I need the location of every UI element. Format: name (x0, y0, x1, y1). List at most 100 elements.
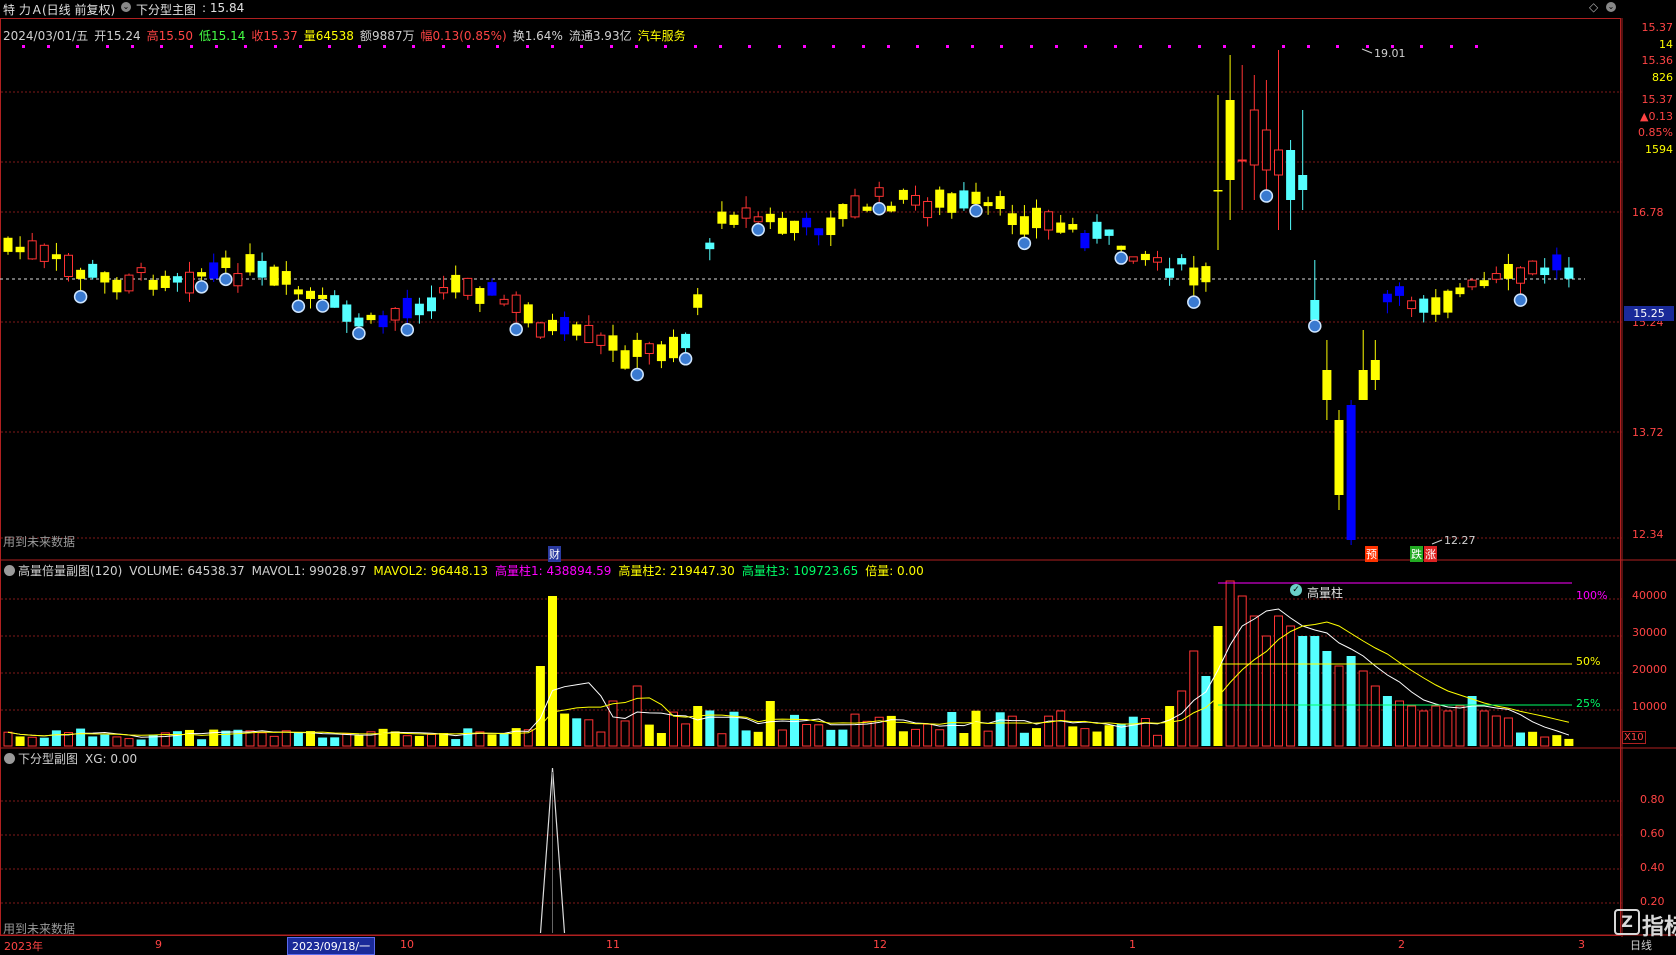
volume-bar (1503, 717, 1513, 747)
candle-body (560, 316, 570, 335)
volume-bar (644, 724, 654, 746)
quote-price: 15.37 (1641, 21, 1674, 34)
volume-bar (414, 735, 424, 746)
candle-body (487, 282, 497, 296)
xg-axis-label: 0.60 (1640, 827, 1665, 840)
crosshair-date-label: 2023/09/18/一 (287, 937, 376, 955)
chevron-down-icon[interactable]: ⌄ (1606, 2, 1616, 12)
signal-dot (664, 45, 667, 48)
candle-body (463, 277, 473, 296)
candle-body (1153, 257, 1162, 263)
candle-body (269, 266, 279, 286)
signal-dot (526, 45, 529, 48)
candle-body (1080, 233, 1090, 249)
volume-bar (548, 596, 557, 746)
volume-bar (814, 724, 824, 747)
period-label[interactable]: 日线 (1630, 937, 1652, 953)
volume-bar (572, 718, 582, 746)
collapse-icon[interactable] (4, 565, 15, 576)
signal-dot (1000, 45, 1003, 48)
close-value: 15.37 (263, 29, 298, 43)
volume-bar (124, 738, 134, 747)
min-arrow (1431, 539, 1443, 545)
signal-dot (1030, 45, 1033, 48)
event-mark-rise[interactable]: 涨 (1424, 546, 1437, 562)
xg-axis-label: 0.40 (1640, 861, 1665, 874)
candle-body (27, 240, 37, 260)
date-label: 1 (1129, 938, 1136, 951)
fractal-bottom-marker (751, 222, 765, 237)
volume-bar (995, 712, 1005, 746)
signal-dot (1475, 45, 1478, 48)
volume-bar (1068, 726, 1078, 746)
candle-body (306, 290, 315, 299)
event-mark-finance[interactable]: 财 (548, 546, 561, 562)
float-label: 流通 (568, 29, 593, 43)
event-mark-forecast[interactable]: 预 (1365, 546, 1378, 562)
candle-body (669, 336, 678, 359)
diamond-icon[interactable]: ◇ (1589, 0, 1598, 14)
chevron-down-icon[interactable]: ⌄ (121, 2, 131, 12)
indicator-label[interactable]: 下分型主图 (136, 1, 196, 18)
volume-bar (1407, 705, 1417, 747)
sector-label[interactable]: 汽车服务 (638, 29, 686, 43)
candle-body (1237, 159, 1247, 162)
signal-dot (971, 45, 974, 48)
volume-bar (197, 739, 207, 746)
volume-bar (463, 728, 473, 746)
quote-vol: 14 (1659, 37, 1673, 51)
amount-value: 9887万 (371, 29, 415, 43)
amount-label: 额 (359, 29, 372, 43)
candle-body (100, 272, 110, 283)
volume-indicator-name[interactable]: 高量倍量副图(120) (18, 564, 122, 578)
volume-bar (1358, 670, 1368, 747)
signal-dot (160, 45, 163, 48)
candle-body (366, 314, 376, 321)
candle-body (451, 274, 461, 293)
volume-bar (705, 710, 715, 746)
volume-bar (499, 732, 509, 746)
candle-body (1140, 253, 1150, 261)
min-price-label: 12.27 (1444, 534, 1476, 547)
fractal-bottom-marker (400, 323, 415, 337)
volume-bar (1334, 665, 1344, 747)
signal-dot (1336, 45, 1339, 48)
candle-body (390, 307, 400, 321)
candle-body (160, 275, 170, 288)
fractal-bottom-marker (291, 299, 306, 313)
signal-dot (47, 45, 50, 48)
volume-bar (1370, 685, 1380, 747)
stock-chart[interactable] (0, 0, 1676, 952)
candle-body (1201, 266, 1211, 283)
volume-bar (1261, 635, 1271, 747)
candle-body (281, 271, 291, 285)
mavol2-value: MAVOL2: 96448.13 (373, 564, 489, 578)
stock-name[interactable]: 特 力Ａ (3, 1, 43, 18)
candle-body (1358, 370, 1368, 400)
candle-body (1019, 216, 1029, 235)
volume-bar (959, 733, 969, 746)
volume-bar (1540, 736, 1550, 747)
current-price-tag: 15.25 (1624, 306, 1674, 321)
volume-bar (1153, 734, 1162, 747)
candle-body (1165, 268, 1175, 278)
signal-dot (580, 45, 583, 48)
xg-panel-header: 下分型副图 XG: 0.00 (0, 750, 144, 766)
signal-dot (1139, 45, 1142, 48)
volume-bar (947, 712, 957, 746)
candle-body (753, 216, 763, 223)
candle-body (1552, 254, 1562, 271)
collapse-icon[interactable] (4, 753, 15, 764)
volume-bar (777, 729, 787, 747)
candle-body (535, 322, 545, 338)
candle-body (523, 304, 533, 324)
signal-dot (778, 45, 781, 48)
xg-indicator-name[interactable]: 下分型副图 (18, 752, 78, 766)
chart-mode[interactable]: (日线 前复权) (42, 1, 115, 18)
chart-frame (0, 18, 1621, 936)
mavol1-value: MAVOL1: 99028.97 (251, 564, 367, 578)
fractal-bottom-marker (872, 201, 886, 216)
axis-label: 13.72 (1632, 426, 1664, 439)
event-mark-fall[interactable]: 跌 (1410, 546, 1423, 562)
date-label: 2 (1398, 938, 1405, 951)
